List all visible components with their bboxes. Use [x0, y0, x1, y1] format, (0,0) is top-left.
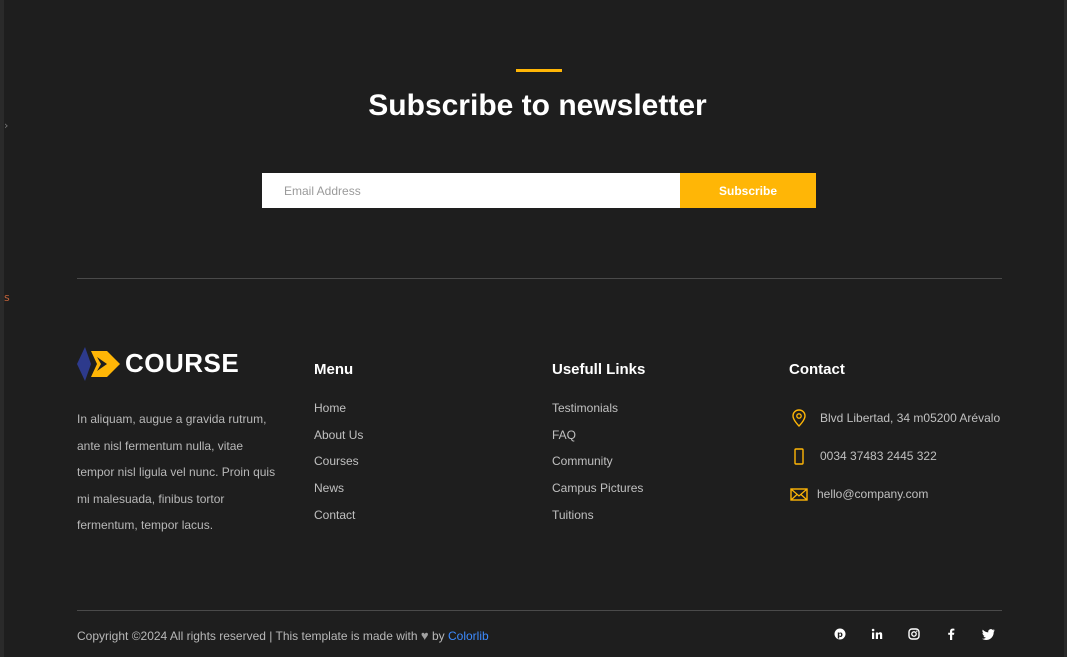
link-tuitions[interactable]: Tuitions [552, 507, 752, 534]
subscribe-button[interactable]: Subscribe [680, 173, 816, 208]
menu-title: Menu [314, 361, 354, 378]
envelope-icon [789, 487, 809, 501]
svg-text:p: p [837, 630, 843, 639]
course-logo-icon [77, 347, 120, 381]
newsletter-form: Subscribe [262, 173, 816, 208]
twitter-icon[interactable] [981, 627, 995, 641]
link-campus-pictures[interactable]: Campus Pictures [552, 480, 752, 507]
phone-text[interactable]: 0034 37483 2445 322 [820, 449, 937, 463]
by-text: by [431, 629, 445, 643]
clipped-fragment: s [4, 292, 10, 303]
heart-icon: ♥ [420, 628, 429, 643]
link-community[interactable]: Community [552, 453, 752, 480]
instagram-icon[interactable] [907, 627, 921, 641]
about-text: In aliquam, augue a gravida rutrum, ante… [77, 412, 276, 532]
menu-item-courses[interactable]: Courses [314, 453, 514, 480]
about-column: COURSE In aliquam, augue a gravida rutru… [77, 345, 277, 539]
facebook-icon[interactable] [944, 627, 958, 641]
menu-item-contact[interactable]: Contact [314, 507, 514, 534]
menu-item-home[interactable]: Home [314, 400, 514, 427]
menu-item-about-us[interactable]: About Us [314, 427, 514, 454]
menu-column: Menu Home About Us Courses News Contact [314, 345, 514, 533]
copyright-text: Copyright ©2024 All rights reserved | Th… [77, 629, 418, 643]
contact-list: Blvd Libertad, 34 m05200 Arévalo 0034 37… [789, 399, 1029, 513]
divider [77, 610, 1002, 611]
pinterest-icon[interactable]: p [833, 627, 847, 641]
map-pin-icon [789, 409, 809, 427]
divider [77, 278, 1002, 279]
link-faq[interactable]: FAQ [552, 427, 752, 454]
useful-links-list: Testimonials FAQ Community Campus Pictur… [552, 400, 752, 533]
link-testimonials[interactable]: Testimonials [552, 400, 752, 427]
email-text[interactable]: hello@company.com [817, 487, 928, 501]
address-text: Blvd Libertad, 34 m05200 Arévalo [820, 411, 1001, 425]
contact-column: Contact Blvd Libertad, 34 m05200 Arévalo… [789, 345, 1029, 513]
colorlib-link[interactable]: Colorlib [448, 629, 489, 643]
linkedin-icon[interactable] [870, 627, 884, 641]
logo[interactable]: COURSE [77, 345, 277, 381]
footer-page: › s Subscribe to newsletter Subscribe CO… [0, 0, 1067, 657]
email-input[interactable] [262, 173, 680, 208]
accent-line [516, 69, 562, 72]
contact-phone: 0034 37483 2445 322 [789, 437, 1029, 475]
useful-links-column: Usefull Links Testimonials FAQ Community… [552, 345, 752, 533]
contact-title: Contact [789, 361, 845, 378]
copyright: Copyright ©2024 All rights reserved | Th… [77, 628, 489, 643]
contact-email: hello@company.com [789, 475, 1029, 513]
menu-item-news[interactable]: News [314, 480, 514, 507]
useful-links-title: Usefull Links [552, 361, 646, 378]
contact-address: Blvd Libertad, 34 m05200 Arévalo [789, 399, 1029, 437]
social-links: p [810, 627, 995, 641]
phone-icon [789, 447, 809, 465]
newsletter-title: Subscribe to newsletter [368, 89, 707, 122]
menu-list: Home About Us Courses News Contact [314, 400, 514, 533]
logo-text: COURSE [125, 347, 240, 378]
